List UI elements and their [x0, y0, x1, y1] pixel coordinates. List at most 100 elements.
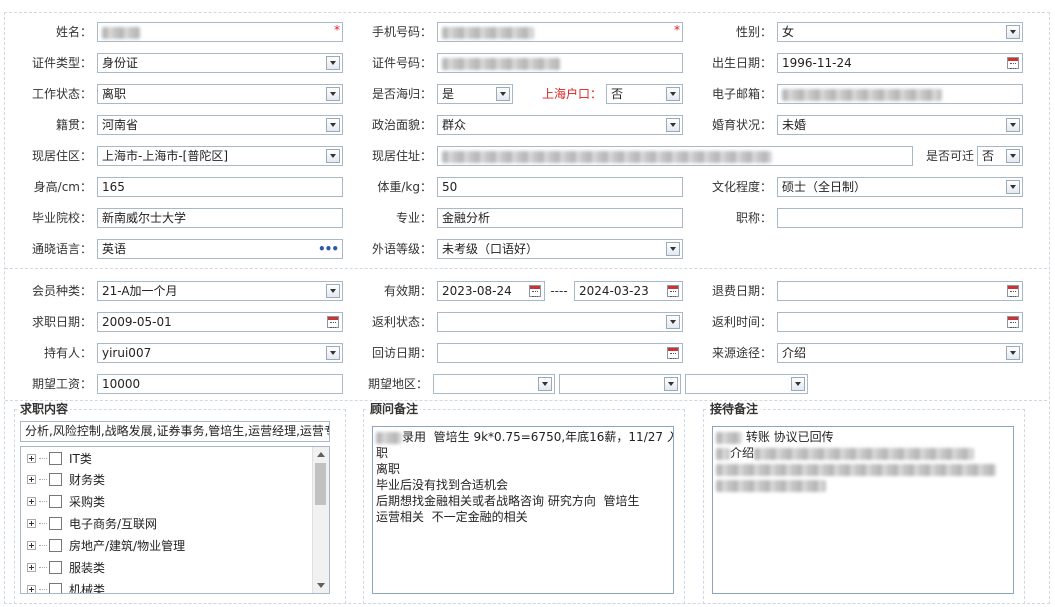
calendar-icon[interactable] — [1007, 316, 1019, 328]
birth-date-field[interactable]: 1996-11-24 — [777, 53, 1023, 73]
chevron-down-icon[interactable] — [496, 87, 510, 101]
calendar-icon[interactable] — [327, 316, 339, 328]
checkbox[interactable] — [49, 452, 62, 465]
checkbox[interactable] — [49, 495, 62, 508]
area-city-select[interactable] — [559, 374, 681, 394]
reception-notes-textarea[interactable]: 转账 协议已回传 介绍 — [712, 426, 1014, 594]
scroll-up-icon[interactable] — [317, 452, 325, 457]
chevron-down-icon[interactable] — [791, 377, 805, 391]
chevron-down-icon[interactable] — [326, 346, 340, 360]
email-field[interactable] — [777, 84, 1023, 104]
chevron-down-icon[interactable] — [326, 56, 340, 70]
area-province-select[interactable] — [433, 374, 555, 394]
scroll-down-icon[interactable] — [317, 583, 325, 588]
owner-select[interactable]: yirui007 — [97, 343, 343, 363]
member-type-select[interactable]: 21-A加一个月 — [97, 281, 343, 301]
expand-icon[interactable] — [27, 563, 36, 572]
checkbox[interactable] — [49, 517, 62, 530]
education-select[interactable]: 硕士（全日制） — [777, 177, 1023, 197]
checkbox[interactable] — [49, 539, 62, 552]
chevron-down-icon[interactable] — [326, 149, 340, 163]
job-date-field[interactable]: 2009-05-01 — [97, 312, 343, 332]
chevron-down-icon[interactable] — [664, 377, 678, 391]
height-field[interactable]: 165 — [97, 177, 343, 197]
chevron-down-icon[interactable] — [1006, 180, 1020, 194]
salary-field[interactable]: 10000 — [97, 374, 343, 394]
foreign-level-select[interactable]: 未考级（口语好） — [437, 239, 683, 259]
rebate-time-field[interactable] — [777, 312, 1023, 332]
id-type-label: 证件类型： — [31, 56, 92, 70]
chevron-down-icon[interactable] — [1006, 149, 1020, 163]
area-label: 期望地区： — [367, 377, 428, 391]
name-field[interactable]: * — [97, 22, 343, 42]
checkbox[interactable] — [49, 583, 62, 593]
expand-icon[interactable] — [27, 519, 36, 528]
calendar-icon[interactable] — [529, 285, 541, 297]
refund-date-field[interactable] — [777, 281, 1023, 301]
redacted-address — [442, 150, 772, 163]
scroll-thumb[interactable] — [315, 463, 326, 505]
chevron-down-icon[interactable] — [666, 118, 680, 132]
redacted-text — [754, 447, 975, 460]
native-place-select[interactable]: 河南省 — [97, 115, 343, 135]
visit-date-field[interactable] — [437, 343, 683, 363]
education-label: 文化程度： — [711, 180, 772, 194]
gender-select[interactable]: 女 — [777, 22, 1023, 42]
chevron-down-icon[interactable] — [326, 118, 340, 132]
consultant-notes-textarea[interactable]: 录用 管培生 9k*0.75=6750,年底16薪，11/27 入 职 离职 毕… — [372, 426, 674, 594]
phone-field[interactable]: * — [437, 22, 683, 42]
chevron-down-icon[interactable] — [666, 87, 680, 101]
checkbox[interactable] — [49, 561, 62, 574]
expand-icon[interactable] — [27, 454, 36, 463]
chevron-down-icon[interactable] — [1006, 25, 1020, 39]
valid-to-field[interactable]: 2024-03-23 — [574, 281, 683, 301]
major-field[interactable]: 金融分析 — [437, 208, 683, 228]
expand-icon[interactable] — [27, 475, 36, 484]
chevron-down-icon[interactable] — [666, 315, 680, 329]
tree-scrollbar[interactable] — [312, 447, 329, 593]
calendar-icon[interactable] — [667, 285, 679, 297]
rebate-time-label: 返利时间： — [711, 315, 772, 329]
hukou-select[interactable]: 否 — [606, 84, 683, 104]
tree-connector — [39, 479, 47, 480]
tree-connector — [39, 589, 47, 590]
expand-icon[interactable] — [27, 585, 36, 593]
id-number-field[interactable] — [437, 53, 683, 73]
calendar-icon[interactable] — [1007, 57, 1019, 69]
address-label: 现居住址： — [371, 149, 432, 163]
chevron-down-icon[interactable] — [666, 242, 680, 256]
valid-from-field[interactable]: 2023-08-24 — [437, 281, 545, 301]
job-content-summary[interactable]: 分析,风险控制,战略发展,证券事务,管培生,运营经理,运营专 — [20, 421, 330, 442]
rebate-status-select[interactable] — [437, 312, 683, 332]
expand-icon[interactable] — [27, 497, 36, 506]
chevron-down-icon[interactable] — [538, 377, 552, 391]
area-district-select[interactable] — [685, 374, 808, 394]
chevron-down-icon[interactable] — [1006, 118, 1020, 132]
political-select[interactable]: 群众 — [437, 115, 683, 135]
language-field[interactable]: 英语 ••• — [97, 239, 343, 259]
work-status-select[interactable]: 离职 — [97, 84, 343, 104]
title-field[interactable] — [777, 208, 1023, 228]
source-select[interactable]: 介绍 — [777, 343, 1023, 363]
weight-field[interactable]: 50 — [437, 177, 683, 197]
relocate-select[interactable]: 否 — [977, 146, 1023, 166]
expand-icon[interactable] — [27, 541, 36, 550]
chevron-down-icon[interactable] — [326, 284, 340, 298]
marital-select[interactable]: 未婚 — [777, 115, 1023, 135]
height-label: 身高/cm： — [33, 180, 92, 194]
calendar-icon[interactable] — [1007, 285, 1019, 297]
calendar-icon[interactable] — [667, 347, 679, 359]
address-field[interactable] — [437, 146, 913, 166]
chevron-down-icon[interactable] — [326, 87, 340, 101]
chevron-down-icon[interactable] — [1006, 346, 1020, 360]
refund-date-label: 退费日期： — [711, 284, 772, 298]
overseas-select[interactable]: 是 — [437, 84, 513, 104]
more-icon[interactable]: ••• — [318, 243, 339, 255]
work-status-label: 工作状态： — [31, 87, 92, 101]
redacted-phone — [442, 26, 534, 39]
school-field[interactable]: 新南威尔士大学 — [97, 208, 343, 228]
checkbox[interactable] — [49, 473, 62, 486]
id-type-select[interactable]: 身份证 — [97, 53, 343, 73]
residence-select[interactable]: 上海市-上海市-[普陀区] — [97, 146, 343, 166]
gender-label: 性别： — [735, 25, 772, 39]
